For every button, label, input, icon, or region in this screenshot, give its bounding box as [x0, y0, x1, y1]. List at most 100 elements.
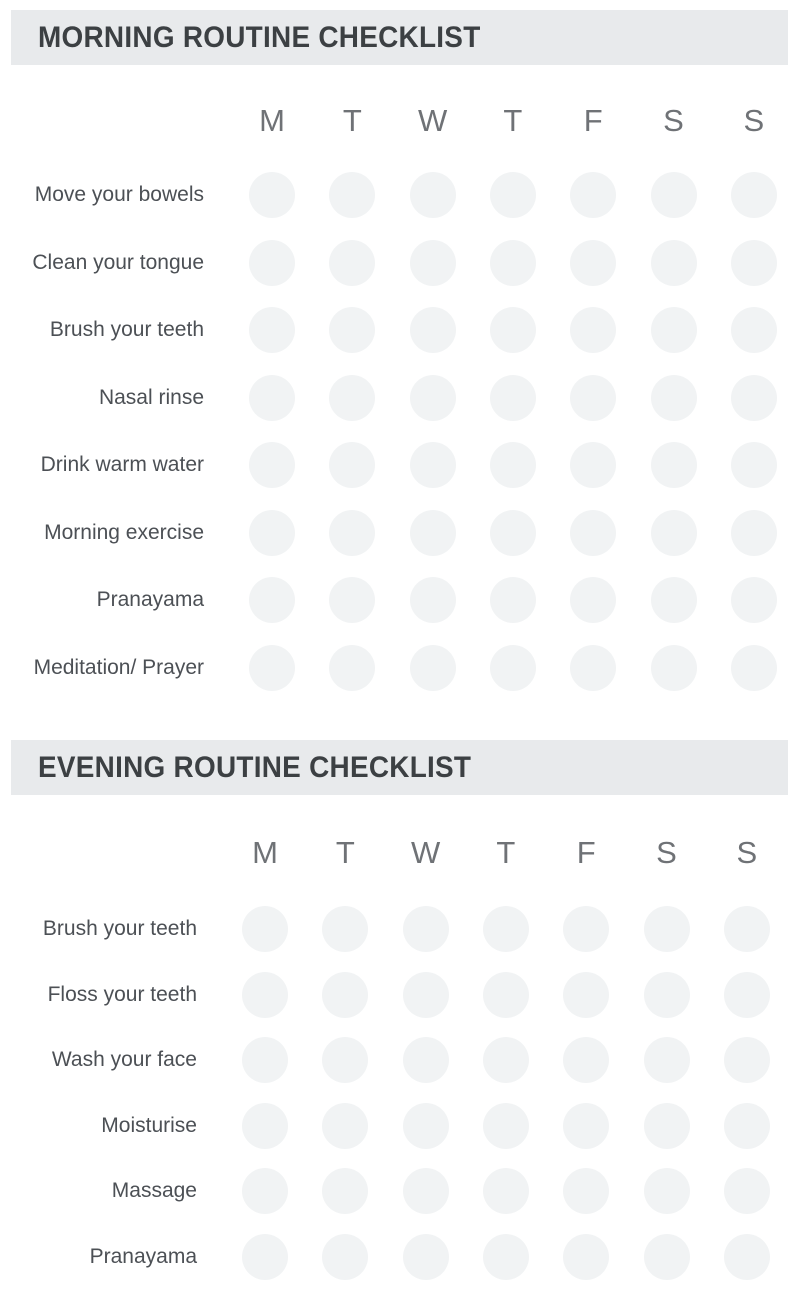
checkbox-circle[interactable] [650, 374, 697, 421]
checkbox-circle[interactable] [730, 644, 777, 691]
checkbox-circle[interactable] [322, 1168, 369, 1214]
checkbox-circle[interactable] [570, 442, 617, 488]
checkbox-circle[interactable] [650, 509, 697, 556]
checkbox-circle[interactable] [489, 644, 536, 691]
checkbox-circle[interactable] [329, 442, 376, 488]
checkbox-circle[interactable] [322, 1037, 369, 1083]
checkbox-circle[interactable] [650, 577, 697, 623]
checkbox-circle[interactable] [650, 307, 697, 353]
checkbox-circle[interactable] [570, 577, 617, 623]
checkbox-circle[interactable] [242, 1102, 288, 1149]
checkbox-circle[interactable] [489, 307, 536, 353]
checkbox-circle[interactable] [730, 509, 777, 556]
checkbox-circle[interactable] [563, 971, 610, 1018]
checkbox-circle[interactable] [730, 172, 777, 218]
checkbox-circle[interactable] [650, 172, 697, 218]
checkbox-circle[interactable] [730, 577, 777, 623]
checkbox-circle[interactable] [482, 1233, 529, 1280]
checkbox-circle[interactable] [570, 307, 617, 353]
checkbox-circle[interactable] [643, 1037, 690, 1083]
checkbox-circle[interactable] [329, 239, 376, 286]
checkbox-circle[interactable] [249, 172, 295, 218]
checkbox-circle[interactable] [402, 1168, 449, 1214]
checkbox-circle[interactable] [489, 509, 536, 556]
checkbox-circle[interactable] [242, 1168, 288, 1214]
checkbox-circle[interactable] [482, 906, 529, 952]
checkbox-circle[interactable] [329, 374, 376, 421]
day-header-evening-4: F [576, 835, 596, 870]
checkbox-circle[interactable] [723, 1037, 770, 1083]
checkbox-circle[interactable] [249, 374, 295, 421]
checkbox-circle[interactable] [409, 644, 456, 691]
checkbox-circle[interactable] [249, 577, 295, 623]
checkbox-circle[interactable] [249, 442, 295, 488]
checkbox-circle[interactable] [489, 172, 536, 218]
checkbox-circle[interactable] [643, 1233, 690, 1280]
checkbox-circle[interactable] [489, 577, 536, 623]
checkbox-circle[interactable] [409, 442, 456, 488]
checkbox-circle[interactable] [402, 1037, 449, 1083]
checkbox-circle[interactable] [730, 307, 777, 353]
checkbox-circle[interactable] [402, 906, 449, 952]
checkbox-circle[interactable] [563, 1168, 610, 1214]
checkbox-circle[interactable] [570, 239, 617, 286]
checkbox-circle[interactable] [242, 971, 288, 1018]
checkbox-circle[interactable] [650, 644, 697, 691]
checkbox-circle[interactable] [563, 1233, 610, 1280]
checkbox-circle[interactable] [643, 906, 690, 952]
checkbox-circle[interactable] [650, 239, 697, 286]
day-header-evening-5: S [656, 835, 677, 870]
checkbox-circle[interactable] [322, 1102, 369, 1149]
checkbox-circle[interactable] [329, 509, 376, 556]
checkbox-circle[interactable] [723, 1168, 770, 1214]
checkbox-circle[interactable] [322, 906, 369, 952]
checkbox-circle[interactable] [322, 971, 369, 1018]
checkbox-circle[interactable] [489, 239, 536, 286]
checkbox-circle[interactable] [249, 239, 295, 286]
checkbox-circle[interactable] [482, 1102, 529, 1149]
checkbox-circle[interactable] [723, 906, 770, 952]
checkbox-circle[interactable] [249, 509, 295, 556]
checkbox-circle[interactable] [570, 374, 617, 421]
checkbox-circle[interactable] [402, 1233, 449, 1280]
checkbox-circle[interactable] [409, 172, 456, 218]
checkbox-circle[interactable] [489, 374, 536, 421]
checkbox-circle[interactable] [322, 1233, 369, 1280]
checkbox-circle[interactable] [329, 307, 376, 353]
checkbox-circle[interactable] [570, 644, 617, 691]
checkbox-circle[interactable] [409, 374, 456, 421]
checkbox-circle[interactable] [563, 1037, 610, 1083]
checkbox-circle[interactable] [409, 239, 456, 286]
checkbox-circle[interactable] [723, 971, 770, 1018]
checkbox-circle[interactable] [242, 1037, 288, 1083]
checkbox-circle[interactable] [482, 1168, 529, 1214]
checkbox-circle[interactable] [249, 644, 295, 691]
checkbox-circle[interactable] [723, 1102, 770, 1149]
checkbox-circle[interactable] [723, 1233, 770, 1280]
checkbox-circle[interactable] [570, 172, 617, 218]
checkbox-circle[interactable] [409, 307, 456, 353]
checkbox-circle[interactable] [563, 906, 610, 952]
checkbox-circle[interactable] [249, 307, 295, 353]
checkbox-circle[interactable] [563, 1102, 610, 1149]
checkbox-circle[interactable] [482, 971, 529, 1018]
checkbox-circle[interactable] [570, 509, 617, 556]
checkbox-circle[interactable] [489, 442, 536, 488]
checkbox-circle[interactable] [730, 239, 777, 286]
checkbox-circle[interactable] [643, 971, 690, 1018]
checkbox-circle[interactable] [482, 1037, 529, 1083]
checkbox-circle[interactable] [329, 172, 376, 218]
checkbox-circle[interactable] [402, 971, 449, 1018]
checkbox-circle[interactable] [402, 1102, 449, 1149]
checkbox-circle[interactable] [329, 644, 376, 691]
checkbox-circle[interactable] [643, 1168, 690, 1214]
checkbox-circle[interactable] [409, 509, 456, 556]
checkbox-circle[interactable] [730, 374, 777, 421]
checkbox-circle[interactable] [329, 577, 376, 623]
checkbox-circle[interactable] [730, 442, 777, 488]
checkbox-circle[interactable] [242, 1233, 288, 1280]
checkbox-circle[interactable] [409, 577, 456, 623]
checkbox-circle[interactable] [650, 442, 697, 488]
checkbox-circle[interactable] [242, 906, 288, 952]
checkbox-circle[interactable] [643, 1102, 690, 1149]
